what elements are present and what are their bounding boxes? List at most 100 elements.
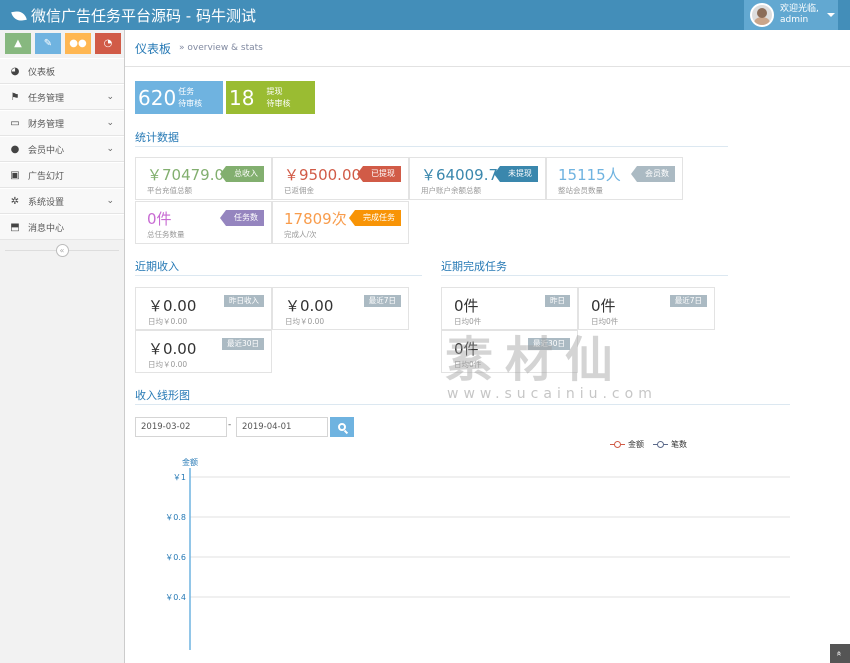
period-badge: 最近30日 [221, 338, 264, 350]
users-shortcut-button[interactable]: ●● [65, 33, 91, 54]
income-daily-avg: 日均￥0.00 [148, 360, 188, 369]
dashboard-icon: ◕ [10, 65, 20, 77]
user-menu[interactable]: 欢迎光临, admin [744, 0, 838, 30]
divider [441, 275, 728, 276]
edit-shortcut-button[interactable]: ✎ [35, 33, 61, 54]
stat-tag: 未提现 [494, 166, 543, 182]
chevron-down-icon: ⌄ [106, 144, 114, 154]
double-up-icon: » [834, 650, 845, 657]
sidebar-item[interactable]: ▣ 广告幻灯 [0, 162, 124, 188]
sidebar-item-label: 系统设置 [28, 197, 65, 208]
main-content: 仪表板 » overview & stats 620 任务 待审核 18 提现 待审… [125, 30, 850, 663]
period-badge: 昨日收入 [224, 295, 264, 307]
scroll-top-button[interactable]: » [830, 644, 850, 663]
stat-label-sub: 待审核 [266, 98, 291, 108]
divider [135, 404, 790, 405]
sidebar-item[interactable]: ● 会员中心 ⌄ [0, 136, 124, 162]
sidebar-item-label: 任务管理 [28, 93, 65, 104]
user-greeting: 欢迎光临, [780, 4, 819, 14]
sidebar-collapse[interactable]: « [0, 240, 124, 260]
sidebar-item[interactable]: ⚑ 任务管理 ⌄ [0, 84, 124, 110]
stat-label: 任务 [178, 86, 195, 96]
watermark-url: www.sucainiu.com [447, 386, 657, 402]
home-icon: ▲ [14, 38, 22, 49]
period-badge: 最近7日 [669, 295, 707, 307]
home-shortcut-button[interactable]: ▲ [5, 33, 31, 54]
pending-withdraw-stat[interactable]: 18 提现 待审核 [226, 81, 315, 114]
stat-box: 17809次完成人/次 完成任务 [272, 201, 409, 244]
app-brand[interactable]: 微信广告任务平台源码 - 码牛测试 [11, 5, 256, 26]
user-icon: ● [10, 143, 20, 155]
stat-box: 15115人整站会员数量 会员数 [546, 157, 683, 200]
legend-marker [653, 441, 668, 448]
sidebar: ▲ ✎ ●● ◔ ◕ 仪表板 ⚑ 任务管理 ⌄ ▭ 财务管理 ⌄ ● 会员中心 ⌄ ▣ 广告幻灯 ✲ 系统设… [0, 30, 125, 663]
bookmark-icon: ⬒ [10, 221, 20, 233]
tasks-section-title: 近期完成任务 [441, 260, 507, 273]
stat-caption: 完成人/次 [284, 230, 317, 239]
stat-value: 0件 [147, 210, 172, 228]
stat-box: ￥70479.00 平台充值总额 总收入 [135, 157, 272, 200]
collapse-icon: « [55, 243, 69, 257]
stat-tag: 会员数 [631, 166, 680, 182]
sidebar-item-label: 会员中心 [28, 145, 65, 156]
legend-item-amount[interactable]: 金额 [610, 439, 644, 450]
sidebar-item[interactable]: ⬒ 消息中心 [0, 214, 124, 240]
breadcrumb: 仪表板 » overview & stats [125, 30, 850, 67]
tasks-value: 0件 [591, 297, 616, 315]
bell-shortcut-button[interactable]: ◔ [95, 33, 121, 54]
divider [135, 275, 422, 276]
stat-tag: 已提现 [357, 166, 401, 182]
income-line-chart: 金额 ￥1 ￥0.8 ￥0.6 ￥0.4 [165, 457, 790, 650]
stat-label: 提现 [266, 86, 283, 96]
y-tick-label: ￥0.8 [165, 513, 186, 522]
stat-caption: 整站会员数量 [558, 186, 603, 195]
stat-tag: 完成任务 [349, 210, 401, 226]
stat-value: 620 [138, 85, 177, 110]
sidebar-item-label: 财务管理 [28, 119, 65, 130]
income-value: ￥0.00 [285, 297, 334, 315]
stat-box: ￥9500.00 已返佣金 已提现 [272, 157, 409, 200]
sidebar-item-label: 消息中心 [28, 223, 65, 234]
date-from-input[interactable]: 2019-03-02 [135, 417, 227, 437]
sidebar-item-label: 广告幻灯 [28, 171, 65, 182]
y-tick-label: ￥1 [173, 473, 186, 482]
chevron-down-icon: ⌄ [106, 196, 114, 206]
bell-icon: ◔ [103, 38, 113, 49]
watermark-logo: 素材仙 [445, 332, 626, 388]
income-daily-avg: 日均￥0.00 [285, 317, 325, 326]
page-title: 仪表板 [135, 41, 172, 56]
stat-value: 17809次 [284, 210, 347, 228]
income-section-title: 近期收入 [135, 260, 179, 273]
legend-item-count[interactable]: 笔数 [653, 439, 687, 450]
income-value: ￥0.00 [148, 297, 197, 315]
leaf-icon [11, 9, 27, 22]
sidebar-item[interactable]: ▭ 财务管理 ⌄ [0, 110, 124, 136]
legend-label: 金额 [628, 440, 644, 449]
stat-value: 15115人 [558, 166, 621, 184]
pending-task-stat[interactable]: 620 任务待审核 [135, 81, 223, 114]
cog-icon: ✲ [10, 195, 20, 207]
divider [135, 146, 728, 147]
chevron-down-icon: ⌄ [106, 92, 114, 102]
chart-section-title: 收入线形图 [135, 389, 190, 402]
stat-box: 0件 总任务数量 任务数 [135, 201, 272, 244]
avatar [750, 3, 774, 27]
stats-section-title: 统计数据 [135, 131, 179, 144]
search-button[interactable] [330, 417, 354, 437]
sidebar-item[interactable]: ◕ 仪表板 [0, 58, 124, 84]
stat-caption: 已返佣金 [284, 186, 314, 195]
income-box: ￥0.00 日均￥0.00 最近30日 [135, 330, 272, 373]
income-box: ￥0.00 日均￥0.00 最近7日 [272, 287, 409, 330]
income-value: ￥0.00 [148, 340, 197, 358]
tasks-value: 0件 [454, 297, 479, 315]
stat-label-sub: 待审核 [178, 98, 203, 108]
search-icon [338, 423, 346, 431]
period-badge: 昨日 [545, 295, 570, 307]
stat-value: ￥9500.00 [284, 166, 362, 184]
sidebar-item-label: 仪表板 [28, 67, 56, 78]
app-title: 微信广告任务平台源码 - 码牛测试 [31, 7, 256, 25]
shortcut-buttons: ▲ ✎ ●● ◔ [0, 30, 124, 58]
date-to-input[interactable]: 2019-04-01 [236, 417, 328, 437]
sidebar-item[interactable]: ✲ 系统设置 ⌄ [0, 188, 124, 214]
chevron-down-icon: ⌄ [106, 118, 114, 128]
